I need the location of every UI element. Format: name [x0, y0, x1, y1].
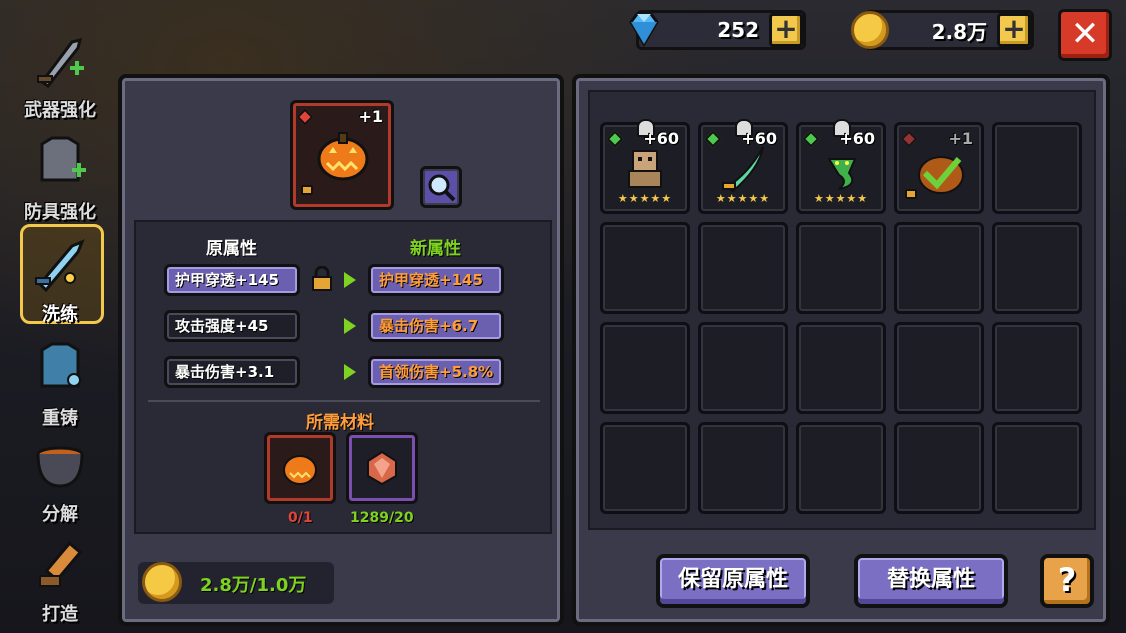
materials-header: 所需材料: [306, 413, 374, 433]
old-stat-1: 护甲穿透+145: [164, 264, 300, 296]
nav-label: 分解: [42, 504, 78, 525]
pumpkin-selected-icon: [918, 156, 964, 194]
old-stats-header: 原属性: [206, 239, 257, 259]
question-icon: ?: [1057, 561, 1077, 599]
inventory-slot-empty[interactable]: [992, 222, 1082, 314]
inventory-slot-empty[interactable]: [796, 322, 886, 414]
new-stat-1: 护甲穿透+145: [368, 264, 504, 296]
inventory-slot-empty[interactable]: [600, 222, 690, 314]
inventory-slot-empty[interactable]: [992, 422, 1082, 514]
inventory-slot-empty[interactable]: [600, 422, 690, 514]
rarity-gem-icon: [606, 130, 624, 148]
inventory-slot-empty[interactable]: [698, 322, 788, 414]
inventory-slot-empty[interactable]: [600, 322, 690, 414]
serpent-icon: [827, 158, 857, 190]
nav-label: 武器强化: [24, 100, 96, 121]
armor-upgrade-icon: [40, 136, 86, 182]
inventory-item[interactable]: +60 ★★★★★: [796, 119, 886, 214]
nav-weapon-upgrade[interactable]: 武器强化: [14, 28, 106, 122]
new-stat-3: 首领伤害+5.8%: [368, 356, 504, 388]
old-stat-2: 攻击强度+45: [164, 310, 300, 342]
arrow-right-icon: [344, 364, 356, 380]
lock-icon[interactable]: [310, 266, 334, 292]
inventory-slot-empty[interactable]: [698, 222, 788, 314]
rarity-gem-icon: [296, 108, 314, 126]
gold-coin-icon: [851, 11, 889, 49]
inventory-panel: +60 ★★★★★ +60 ★★★★★ +60 ★★★★★ +1 保留原属性 替…: [572, 74, 1110, 626]
coin-counter: 2.8万 +: [851, 10, 1034, 50]
nav-label: 防具强化: [24, 202, 96, 223]
inventory-slot-empty[interactable]: [894, 222, 984, 314]
nav-dismantle[interactable]: 分解: [14, 432, 106, 526]
gold-coin-icon: [142, 562, 182, 602]
inventory-slot-empty[interactable]: [992, 322, 1082, 414]
inventory-item[interactable]: +60 ★★★★★: [698, 119, 788, 214]
reforge-armor-icon: [40, 342, 81, 388]
nav-label: 重铸: [42, 408, 78, 429]
replace-stats-button[interactable]: 替换属性: [854, 554, 1008, 608]
magnifier-icon: [428, 174, 456, 202]
inventory-item-selected[interactable]: +1: [894, 122, 984, 214]
pumpkin-icon: [317, 132, 369, 181]
material-slot-1[interactable]: [264, 432, 336, 504]
inventory-grid: +60 ★★★★★ +60 ★★★★★ +60 ★★★★★ +1: [588, 90, 1096, 530]
close-icon: ✕: [1070, 14, 1100, 54]
arrow-right-icon: [344, 272, 356, 288]
crystal-sword-icon: [35, 239, 85, 293]
star-rating: ★★★★★: [715, 192, 771, 205]
item-level: +60: [643, 129, 679, 148]
nav-refine[interactable]: 洗练: [14, 224, 106, 326]
cost-display: 2.8万/1.0万: [138, 562, 334, 604]
jade-blade-icon: [722, 146, 764, 193]
pumpkin-material-icon: [283, 455, 317, 485]
refine-panel: +1 原属性 新属性 护甲穿透+145 护甲穿透+145 攻击强度+45 暴击伤…: [118, 74, 564, 626]
forge-hammer-icon: [39, 541, 83, 587]
item-level: +1: [358, 107, 383, 126]
add-coins-button[interactable]: +: [997, 13, 1031, 47]
new-stat-2: 暴击伤害+6.7: [368, 310, 504, 342]
diamond-icon: [629, 12, 659, 47]
inventory-slot-empty[interactable]: [992, 122, 1082, 214]
material-2-count: 1289/20: [350, 510, 414, 526]
star-rating: ★★★★★: [813, 192, 869, 205]
help-button[interactable]: ?: [1040, 554, 1094, 608]
cost-text: 2.8万/1.0万: [200, 575, 307, 596]
lock-icon: [905, 189, 917, 199]
nav-reforge[interactable]: 重铸: [14, 336, 106, 430]
inventory-slot-empty[interactable]: [894, 322, 984, 414]
golem-icon: [628, 150, 662, 188]
new-stats-header: 新属性: [410, 239, 461, 259]
nav-armor-upgrade[interactable]: 防具强化: [14, 130, 106, 224]
inventory-slot-empty[interactable]: [796, 222, 886, 314]
inventory-slot-empty[interactable]: [698, 422, 788, 514]
sword-upgrade-icon: [37, 37, 84, 89]
inventory-item[interactable]: +60 ★★★★★: [600, 119, 690, 214]
cauldron-icon: [36, 446, 84, 488]
inventory-slot-empty[interactable]: [894, 422, 984, 514]
old-stat-3: 暴击伤害+3.1: [164, 356, 300, 388]
rarity-gem-icon: [802, 130, 820, 148]
copper-ore-icon: [367, 450, 397, 486]
star-rating: ★★★★★: [617, 192, 673, 205]
arrow-right-icon: [344, 318, 356, 334]
inspect-button[interactable]: [420, 166, 462, 208]
gem-counter: 252 +: [629, 10, 806, 50]
nav-label: 打造: [42, 604, 78, 625]
nav-label: 洗练: [42, 304, 78, 325]
selected-item-slot[interactable]: +1: [290, 100, 394, 210]
material-1-count: 0/1: [288, 510, 313, 526]
keep-original-button[interactable]: 保留原属性: [656, 554, 810, 608]
add-gems-button[interactable]: +: [769, 13, 803, 47]
material-slot-2[interactable]: [346, 432, 418, 504]
divider: [148, 400, 540, 402]
stats-area: 原属性 新属性 护甲穿透+145 护甲穿透+145 攻击强度+45 暴击伤害+6…: [134, 220, 552, 534]
lock-icon: [301, 185, 313, 195]
close-button[interactable]: ✕: [1058, 9, 1112, 61]
inventory-slot-empty[interactable]: [796, 422, 886, 514]
nav-forge[interactable]: 打造: [14, 532, 106, 626]
